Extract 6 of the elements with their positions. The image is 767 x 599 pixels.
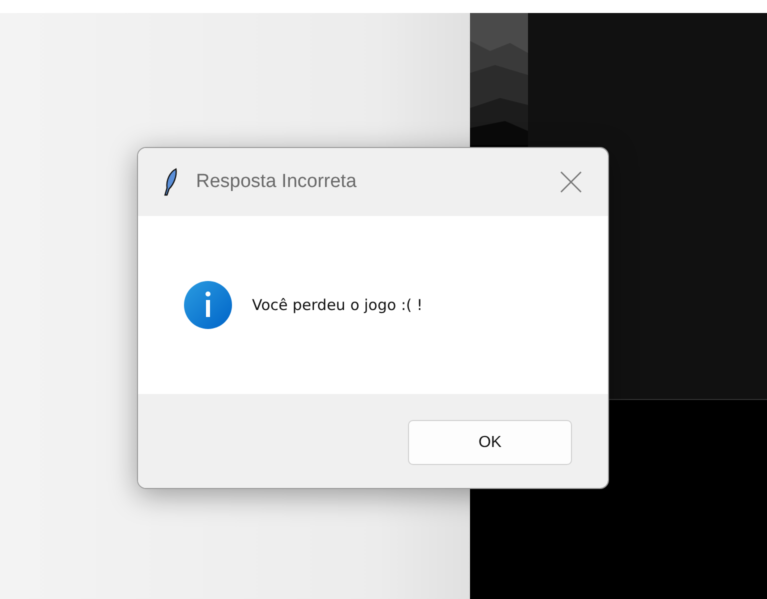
ok-button[interactable]: OK bbox=[408, 420, 572, 465]
window-title: Resposta Incorreta bbox=[196, 171, 358, 193]
feather-icon bbox=[164, 168, 178, 196]
info-icon bbox=[184, 281, 232, 329]
message-text: Você perdeu o jogo :( ! bbox=[252, 296, 423, 314]
close-icon bbox=[560, 171, 582, 193]
